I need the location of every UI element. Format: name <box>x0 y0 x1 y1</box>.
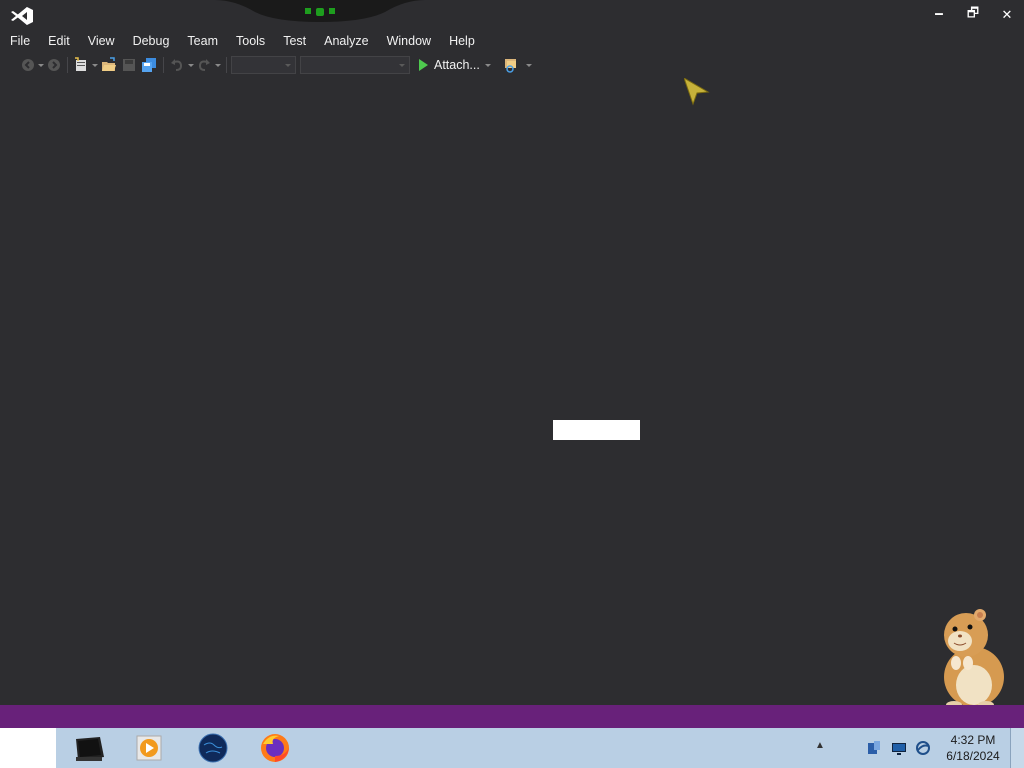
menu-file[interactable]: File <box>0 30 39 52</box>
toolbar-separator <box>163 57 164 73</box>
close-icon: ✕ <box>1001 7 1013 22</box>
media-player-icon <box>136 735 162 761</box>
save-button[interactable] <box>119 54 139 76</box>
attach-button[interactable]: Attach... <box>414 54 484 76</box>
volume-globe-icon[interactable] <box>915 740 931 756</box>
restore-button[interactable]: 🗗 <box>956 0 990 30</box>
open-file-button[interactable] <box>99 54 119 76</box>
undo-icon <box>171 59 183 71</box>
forward-icon <box>48 59 60 71</box>
hamster-image <box>944 609 1004 709</box>
toolbar-options-dropdown[interactable] <box>525 54 534 76</box>
status-bar <box>0 705 1024 728</box>
standard-toolbar: Attach... <box>20 54 534 76</box>
taskbar-terminal[interactable] <box>64 730 114 766</box>
show-hidden-icons-button[interactable]: ▲ <box>815 740 825 751</box>
close-button[interactable]: ✕ <box>990 0 1024 30</box>
undo-dropdown[interactable] <box>186 54 195 76</box>
restore-icon: 🗗 <box>966 5 980 20</box>
redo-dropdown[interactable] <box>213 54 222 76</box>
start-icon <box>419 59 428 71</box>
redo-icon <box>198 59 210 71</box>
solution-configurations-combo[interactable] <box>231 56 296 74</box>
find-in-files-button[interactable] <box>499 54 525 76</box>
menu-window[interactable]: Window <box>378 30 440 52</box>
save-all-icon <box>142 58 156 72</box>
minimize-button[interactable]: 🗕 <box>922 0 956 30</box>
new-project-icon <box>75 57 86 71</box>
visual-studio-logo-icon <box>11 7 33 25</box>
find-icon <box>504 59 516 73</box>
solution-platforms-combo[interactable] <box>300 56 410 74</box>
show-desktop-button[interactable] <box>1010 728 1024 768</box>
title-notch <box>215 0 425 22</box>
clock-date: 6/18/2024 <box>946 749 1000 763</box>
taskbar-clock[interactable]: 4:32 PM 6/18/2024 <box>940 732 1006 764</box>
menu-view[interactable]: View <box>79 30 124 52</box>
menu-bar: File Edit View Debug Team Tools Test Ana… <box>0 30 484 52</box>
windows-taskbar: ▲ 4:32 PM 6/18/2024 <box>0 728 1024 768</box>
terminal-icon <box>76 737 104 761</box>
toolbar-separator <box>67 57 68 73</box>
network-shield-icon[interactable] <box>866 740 882 756</box>
menu-analyze[interactable]: Analyze <box>315 30 377 52</box>
taskbar-globe[interactable] <box>188 730 238 766</box>
globe-icon <box>198 733 228 763</box>
clock-time: 4:32 PM <box>950 733 996 747</box>
open-file-icon <box>102 57 116 71</box>
new-project-dropdown[interactable] <box>90 54 99 76</box>
start-button[interactable] <box>0 728 56 768</box>
navigate-back-dropdown[interactable] <box>36 54 45 76</box>
save-icon <box>123 59 135 71</box>
taskbar-media-player[interactable] <box>124 730 174 766</box>
undo-button[interactable] <box>168 54 186 76</box>
menu-help[interactable]: Help <box>440 30 484 52</box>
display-icon[interactable] <box>891 740 907 756</box>
mouse-pointer-icon <box>684 78 710 106</box>
menu-test[interactable]: Test <box>274 30 315 52</box>
save-all-button[interactable] <box>139 54 159 76</box>
blank-panel <box>553 420 640 440</box>
menu-debug[interactable]: Debug <box>124 30 179 52</box>
navigate-forward-button[interactable] <box>45 54 63 76</box>
menu-team[interactable]: Team <box>178 30 227 52</box>
taskbar-firefox[interactable] <box>250 730 300 766</box>
minimize-icon: 🗕 <box>934 5 944 20</box>
attach-label: Attach... <box>434 58 480 72</box>
menu-edit[interactable]: Edit <box>39 30 79 52</box>
toolbar-separator <box>226 57 227 73</box>
redo-button[interactable] <box>195 54 213 76</box>
new-project-button[interactable] <box>72 54 90 76</box>
back-icon <box>22 59 34 71</box>
menu-tools[interactable]: Tools <box>227 30 274 52</box>
firefox-icon <box>261 734 289 762</box>
attach-dropdown[interactable] <box>484 54 493 76</box>
title-bar: 🗕 🗗 ✕ <box>0 0 1024 30</box>
navigate-back-button[interactable] <box>20 54 36 76</box>
